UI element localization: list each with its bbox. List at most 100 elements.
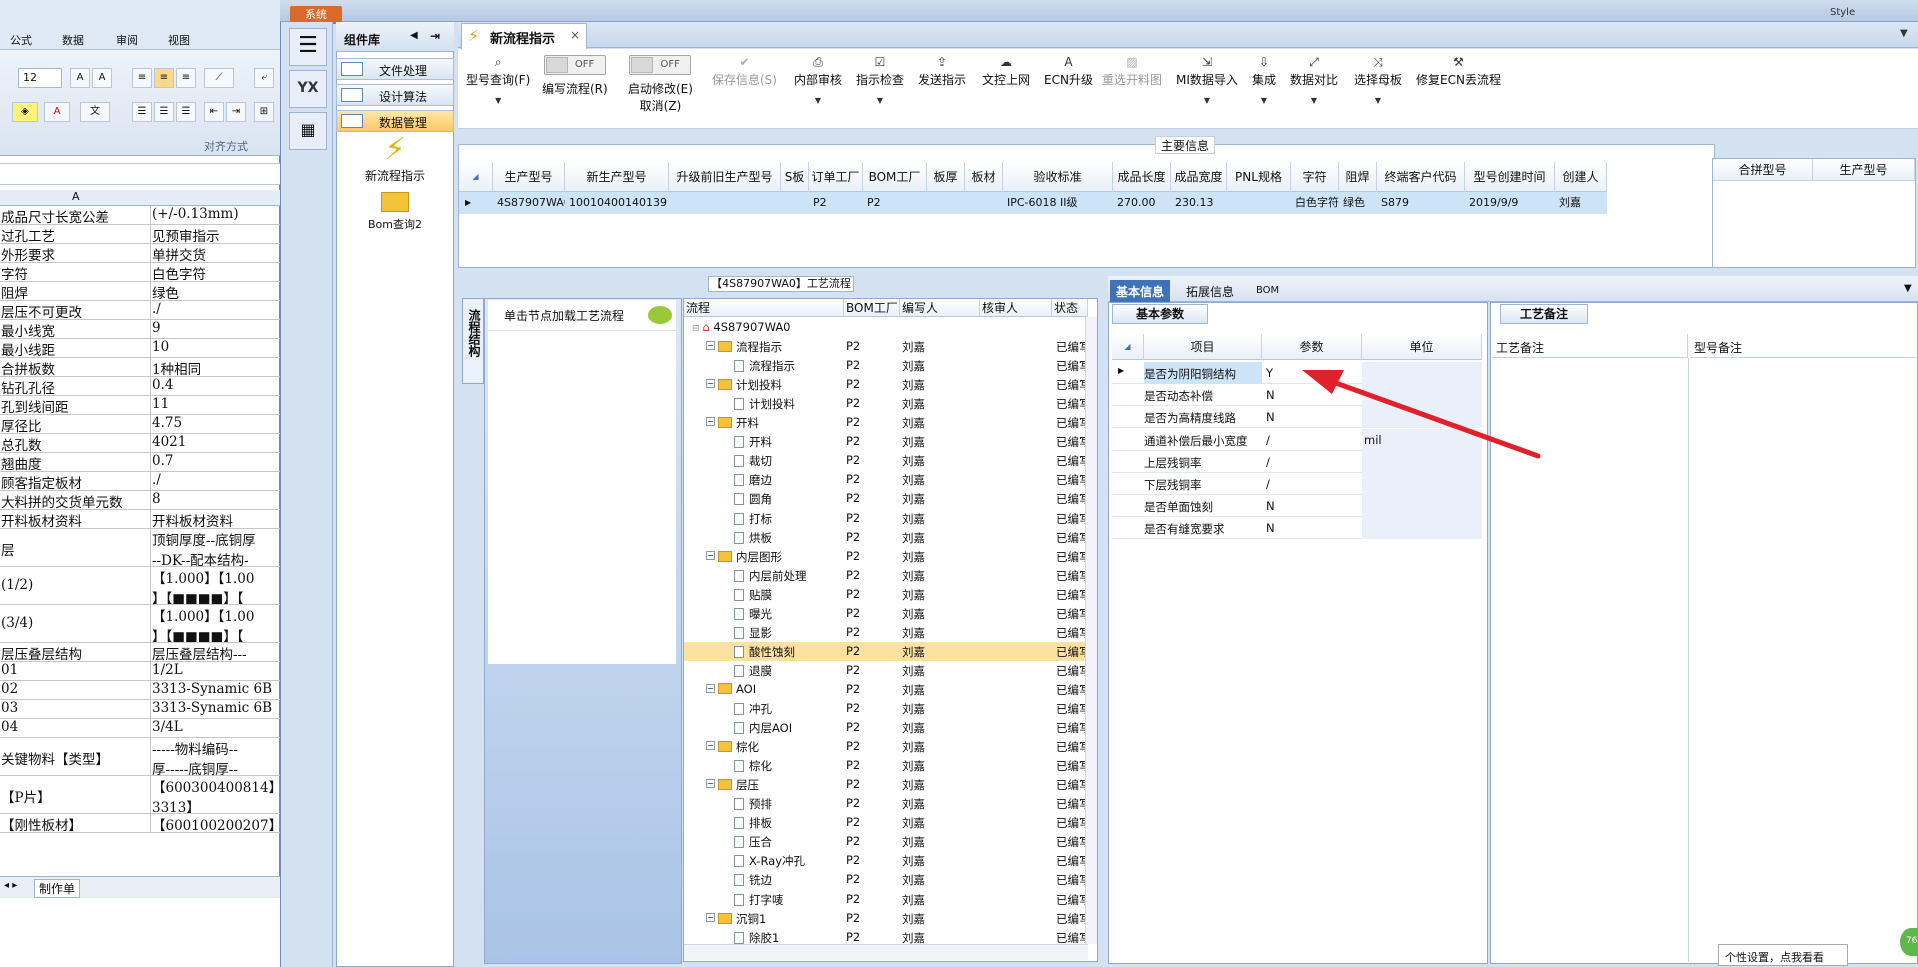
increase-indent-icon[interactable]: ⇥ [226, 102, 246, 122]
excel-row[interactable]: 总孔数 4021 [0, 434, 280, 453]
main-cell[interactable] [781, 192, 809, 214]
cell-b[interactable]: ./ [150, 301, 280, 319]
param-row[interactable]: mil 通道补偿后最小宽度 / [1112, 428, 1482, 451]
excel-row[interactable]: 合拼板数 1种相同 [0, 358, 280, 377]
cell-a[interactable]: 层 [0, 539, 148, 559]
tree-row[interactable]: − 层压 P2 刘嘉 已编写 [684, 775, 1088, 794]
cell-a[interactable]: (3/4) [0, 615, 148, 631]
excel-row[interactable]: (3/4) 【1.000】【1.00 】【■■■■】【 [0, 605, 280, 643]
cell-a[interactable]: 厚径比 [0, 415, 148, 433]
cell-b[interactable]: 顶铜厚度--底铜厚 --DK--配本结构- [150, 529, 280, 566]
main-cell[interactable]: IPC-6018 II级 [1003, 192, 1113, 214]
main-col-header[interactable]: 创建人 [1555, 162, 1607, 192]
font-color-icon[interactable]: A [44, 102, 70, 122]
param-unit[interactable] [1362, 406, 1482, 429]
main-col-header[interactable]: 生产型号 [493, 162, 565, 192]
tree-root[interactable]: ⊟ ⌂ 4S87907WA0 [684, 318, 1088, 337]
param-value[interactable]: N [1266, 521, 1275, 535]
tree-col-header[interactable]: 编写人 [900, 299, 980, 317]
collapse-icon[interactable]: − [706, 550, 715, 560]
tree-row[interactable]: 开料 P2 刘嘉 已编写 [684, 432, 1088, 451]
shrink-font-icon[interactable]: A [92, 68, 112, 88]
start-edit-toggle[interactable]: OFF 启动修改(E) 取消(Z) [628, 55, 693, 114]
excel-tab-data[interactable]: 数据 [62, 32, 84, 48]
param-unit[interactable] [1362, 362, 1482, 384]
cell-a[interactable]: 关键物料【类型】 [0, 748, 148, 768]
excel-row[interactable]: 翘曲度 0.7 [0, 453, 280, 472]
cell-a[interactable]: 03 [0, 700, 148, 716]
repair-ecn-button[interactable]: ⚒ 修复ECN丢流程 [1416, 55, 1501, 88]
tree-row[interactable]: − 内层图形 P2 刘嘉 已编写 [684, 547, 1088, 566]
chevron-down-icon[interactable]: ▼ [1898, 280, 1918, 302]
align-middle-icon[interactable]: ≡ [154, 68, 174, 88]
cell-b[interactable]: 3/4L [150, 719, 280, 737]
cell-b[interactable]: 4021 [150, 434, 280, 452]
save-info-button[interactable]: ✔ 保存信息(S) [712, 55, 777, 88]
tree-col-header[interactable]: BOM工厂 [844, 299, 900, 317]
excel-row[interactable]: 开料板材资料 开料板材资料 [0, 510, 280, 529]
main-col-header[interactable]: 阻焊 [1339, 162, 1377, 192]
excel-row[interactable]: 最小线宽 9 [0, 320, 280, 339]
cell-b[interactable]: 白色字符 [150, 263, 280, 281]
main-cell[interactable]: 绿色 [1339, 192, 1377, 214]
fill-color-icon[interactable]: ◈ [12, 102, 38, 122]
col-param[interactable]: 参数 [1262, 334, 1362, 360]
send-instruction-button[interactable]: ⇪ 发送指示 [918, 55, 966, 88]
cell-b[interactable]: -----物料编码-- 厚-----底铜厚-- [150, 738, 280, 775]
cell-a[interactable]: 顾客指定板材 [0, 472, 148, 490]
tool-bom-query[interactable]: Bom查询2 [350, 192, 440, 232]
tree-row[interactable]: − 棕化 P2 刘嘉 已编写 [684, 737, 1088, 756]
sheet-nav-icon[interactable]: ◂ ▸ [4, 880, 17, 891]
main-cell[interactable] [1227, 192, 1291, 214]
main-cell[interactable]: 270.00 [1113, 192, 1171, 214]
param-row[interactable]: ▶ 是否为阴阳铜结构 Y [1112, 362, 1482, 384]
wrap-text-icon[interactable]: ⤶ [254, 68, 274, 88]
col-item[interactable]: 项目 [1144, 334, 1262, 360]
tree-row[interactable]: 预排 P2 刘嘉 已编写 [684, 794, 1088, 813]
align-left-icon[interactable]: ☰ [132, 102, 152, 122]
param-value[interactable]: Y [1266, 366, 1273, 380]
cell-b[interactable]: 9 [150, 320, 280, 338]
excel-row[interactable]: 层顶铜厚度--底铜厚 --DK--配本结构- [0, 529, 280, 567]
comp-data-management[interactable]: 数据管理 [336, 110, 454, 132]
mi-import-button[interactable]: ⇲ MI数据导入 ▼ [1176, 55, 1238, 105]
merge-col-header[interactable]: 合拼型号 [1713, 159, 1813, 181]
main-cell[interactable]: 2019/9/9 [1465, 192, 1555, 214]
cell-a[interactable]: 钻孔孔径 [0, 377, 148, 395]
main-col-header[interactable]: 成品长度 [1113, 162, 1171, 192]
cell-b[interactable]: 【600300400814】 3313】 [150, 776, 280, 813]
tree-row[interactable]: − AOI P2 刘嘉 已编写 [684, 680, 1088, 699]
close-icon[interactable]: × [570, 28, 580, 42]
cell-b[interactable]: 0.7 [150, 453, 280, 471]
param-value[interactable]: / [1266, 455, 1270, 469]
select-mother-board-button[interactable]: ⤨ 选择母板 ▼ [1354, 55, 1402, 105]
main-cell[interactable]: S879 [1377, 192, 1465, 214]
main-col-header[interactable]: PNL规格 [1227, 162, 1291, 192]
model-notes-header[interactable]: 型号备注 [1690, 334, 1916, 358]
param-row[interactable]: 是否有缝宽要求 N [1112, 517, 1482, 540]
param-unit[interactable] [1362, 495, 1482, 518]
tree-row[interactable]: 打标 P2 刘嘉 已编写 [684, 509, 1088, 528]
vertical-scrollbar[interactable] [1085, 317, 1097, 944]
excel-row[interactable]: 层压叠层结构 层压叠层结构--- [0, 643, 280, 662]
collapse-icon[interactable]: − [706, 683, 715, 693]
param-row[interactable]: 是否动态补偿 N [1112, 384, 1482, 407]
param-value[interactable]: N [1266, 410, 1275, 424]
main-cell[interactable]: 230.13 [1171, 192, 1227, 214]
cell-b[interactable]: 见预审指示 [150, 225, 280, 243]
edit-flow-toggle[interactable]: OFF 编写流程(R) [542, 55, 608, 97]
tab-extended-info[interactable]: 拓展信息 [1180, 280, 1240, 302]
process-notes-header[interactable]: 工艺备注 [1492, 334, 1688, 358]
tool-new-flow[interactable]: ⚡ 新流程指示 [350, 132, 440, 184]
tree-row[interactable]: 铣边 P2 刘嘉 已编写 [684, 870, 1088, 889]
param-value[interactable]: / [1266, 433, 1270, 447]
tree-row[interactable]: 曝光 P2 刘嘉 已编写 [684, 604, 1088, 623]
excel-row[interactable]: 层压不可更改 ./ [0, 301, 280, 320]
main-cell[interactable] [965, 192, 1003, 214]
excel-row[interactable]: 01 1/2L [0, 662, 280, 681]
tab-basic-info[interactable]: 基本信息 [1110, 280, 1171, 302]
param-row[interactable]: 是否单面蚀刻 N [1112, 495, 1482, 518]
main-cell[interactable]: 白色字符 [1291, 192, 1339, 214]
collapse-icon[interactable]: − [706, 912, 715, 922]
chevron-down-icon[interactable]: ▼ [1900, 28, 1908, 39]
